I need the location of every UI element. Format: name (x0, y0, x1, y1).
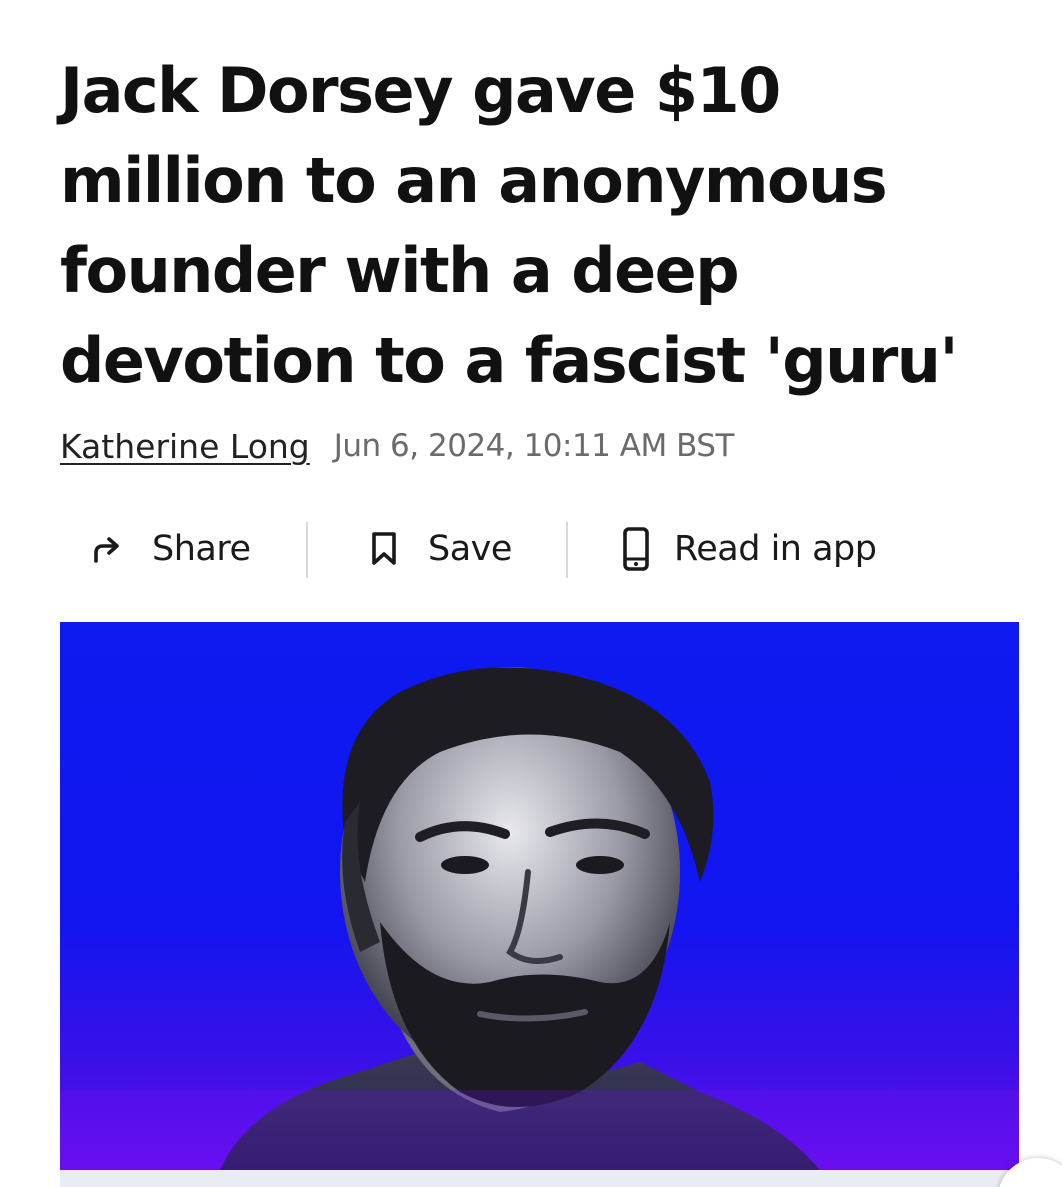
hero-image (60, 622, 1019, 1170)
author-link[interactable]: Katherine Long (60, 427, 310, 466)
read-in-app-label: Read in app (674, 529, 877, 569)
action-divider (566, 522, 568, 578)
image-caption-strip (60, 1170, 1019, 1187)
share-label: Share (152, 529, 251, 569)
save-label: Save (428, 529, 512, 569)
read-in-app-button[interactable]: Read in app (620, 518, 877, 580)
action-divider (306, 522, 308, 578)
byline: Katherine Long Jun 6, 2024, 10:11 AM BST (60, 424, 734, 468)
save-button[interactable]: Save (366, 518, 512, 580)
bookmark-icon (366, 529, 402, 569)
portrait-illustration (60, 667, 1019, 1170)
publish-date: Jun 6, 2024, 10:11 AM BST (333, 428, 735, 464)
share-button[interactable]: Share (90, 518, 251, 580)
article-actions-bar: Share Save Read in app (60, 518, 960, 580)
phone-icon (620, 526, 652, 572)
share-arrow-icon (90, 531, 126, 567)
article-headline: Jack Dorsey gave $10 million to an anony… (60, 54, 958, 397)
